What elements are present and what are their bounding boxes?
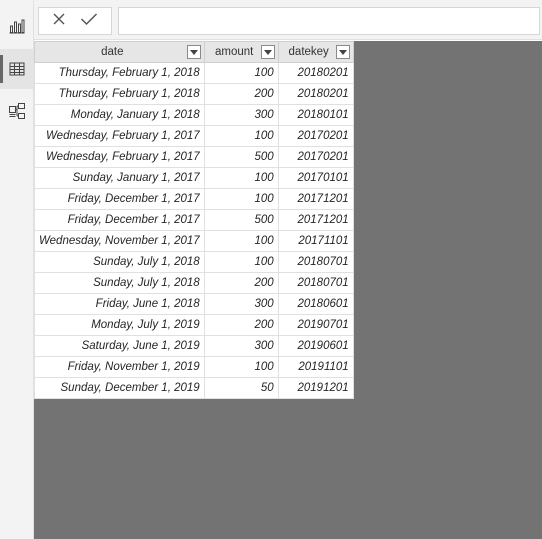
cell-amount[interactable]: 100 xyxy=(203,251,279,273)
cell-date[interactable]: Friday, December 1, 2017 xyxy=(34,188,205,210)
cell-date[interactable]: Sunday, January 1, 2017 xyxy=(34,167,205,189)
cell-date[interactable]: Friday, November 1, 2019 xyxy=(34,356,205,378)
cell-amount[interactable]: 200 xyxy=(203,83,279,105)
header-row: date amount datekey xyxy=(34,41,354,63)
column-header-label: date xyxy=(101,46,124,58)
cell-date[interactable]: Sunday, December 1, 2019 xyxy=(34,377,205,399)
cell-amount[interactable]: 100 xyxy=(203,188,279,210)
cell-datekey[interactable]: 20170201 xyxy=(277,125,354,147)
column-header-label: amount xyxy=(214,46,254,58)
table-row[interactable]: Friday, December 1, 2017 500 20171201 xyxy=(34,209,354,231)
cell-datekey[interactable]: 20171201 xyxy=(277,188,354,210)
cell-amount[interactable]: 300 xyxy=(203,104,279,126)
cell-date[interactable]: Wednesday, February 1, 2017 xyxy=(34,146,205,168)
cancel-button[interactable] xyxy=(52,12,66,31)
table-row[interactable]: Friday, November 1, 2019 100 20191101 xyxy=(34,356,354,378)
table-row[interactable]: Saturday, June 1, 2019 300 20190601 xyxy=(34,335,354,357)
commit-button[interactable] xyxy=(80,12,98,31)
cell-datekey[interactable]: 20180101 xyxy=(277,104,354,126)
table-row[interactable]: Monday, July 1, 2019 200 20190701 xyxy=(34,314,354,336)
cell-date[interactable]: Saturday, June 1, 2019 xyxy=(34,335,205,357)
table-row[interactable]: Wednesday, November 1, 2017 100 20171101 xyxy=(34,230,354,252)
chevron-down-icon xyxy=(263,49,272,55)
cell-date[interactable]: Thursday, February 1, 2018 xyxy=(34,62,205,84)
cell-amount[interactable]: 300 xyxy=(203,335,279,357)
cell-amount[interactable]: 300 xyxy=(203,293,279,315)
table-row[interactable]: Wednesday, February 1, 2017 500 20170201 xyxy=(34,146,354,168)
table-icon xyxy=(9,62,24,76)
close-icon xyxy=(53,13,65,24)
filter-dropdown-button[interactable] xyxy=(335,45,350,59)
model-relationship-icon xyxy=(8,103,25,119)
column-header-label: datekey xyxy=(288,46,329,58)
cell-date[interactable]: Wednesday, February 1, 2017 xyxy=(34,125,205,147)
filter-dropdown-button[interactable] xyxy=(186,45,201,59)
cell-datekey[interactable]: 20191101 xyxy=(277,356,354,378)
cell-amount[interactable]: 500 xyxy=(203,209,279,231)
cell-amount[interactable]: 100 xyxy=(203,230,279,252)
cell-date[interactable]: Friday, December 1, 2017 xyxy=(34,209,205,231)
cell-amount[interactable]: 100 xyxy=(203,125,279,147)
cell-date[interactable]: Monday, January 1, 2018 xyxy=(34,104,205,126)
cell-date[interactable]: Sunday, July 1, 2018 xyxy=(34,251,205,273)
cell-date[interactable]: Friday, June 1, 2018 xyxy=(34,293,205,315)
bar-chart-icon xyxy=(9,19,24,34)
cell-date[interactable]: Sunday, July 1, 2018 xyxy=(34,272,205,294)
column-header-datekey[interactable]: datekey xyxy=(277,41,354,63)
chevron-down-icon xyxy=(338,49,347,55)
cell-datekey[interactable]: 20180201 xyxy=(277,83,354,105)
cell-datekey[interactable]: 20191201 xyxy=(277,377,354,399)
cell-datekey[interactable]: 20190601 xyxy=(277,335,354,357)
cell-datekey[interactable]: 20170201 xyxy=(277,146,354,168)
cell-amount[interactable]: 200 xyxy=(203,314,279,336)
cell-datekey[interactable]: 20180701 xyxy=(277,251,354,273)
table-row[interactable]: Sunday, December 1, 2019 50 20191201 xyxy=(34,377,354,399)
cell-datekey[interactable]: 20180601 xyxy=(277,293,354,315)
formula-bar xyxy=(34,0,542,40)
table-row[interactable]: Friday, December 1, 2017 100 20171201 xyxy=(34,188,354,210)
cell-datekey[interactable]: 20171101 xyxy=(277,230,354,252)
column-header-amount[interactable]: amount xyxy=(203,41,279,63)
cell-datekey[interactable]: 20180701 xyxy=(277,272,354,294)
left-navigation xyxy=(0,0,34,539)
table-row[interactable]: Friday, June 1, 2018 300 20180601 xyxy=(34,293,354,315)
cell-datekey[interactable]: 20171201 xyxy=(277,209,354,231)
table-row[interactable]: Thursday, February 1, 2018 200 20180201 xyxy=(34,83,354,105)
table-row[interactable]: Monday, January 1, 2018 300 20180101 xyxy=(34,104,354,126)
table-row[interactable]: Sunday, January 1, 2017 100 20170101 xyxy=(34,167,354,189)
table-row[interactable]: Sunday, July 1, 2018 200 20180701 xyxy=(34,272,354,294)
table-body: Thursday, February 1, 2018 100 20180201 Thu… xyxy=(34,62,354,399)
cell-amount[interactable]: 50 xyxy=(203,377,279,399)
cell-amount[interactable]: 100 xyxy=(203,167,279,189)
cell-amount[interactable]: 200 xyxy=(203,272,279,294)
cell-date[interactable]: Thursday, February 1, 2018 xyxy=(34,83,205,105)
table-row[interactable]: Wednesday, February 1, 2017 100 20170201 xyxy=(34,125,354,147)
cell-date[interactable]: Wednesday, November 1, 2017 xyxy=(34,230,205,252)
cell-datekey[interactable]: 20180201 xyxy=(277,62,354,84)
cell-amount[interactable]: 100 xyxy=(203,356,279,378)
nav-report-view[interactable] xyxy=(0,6,33,46)
data-table: date amount datekey Thursday, February 1… xyxy=(34,41,354,399)
checkmark-icon xyxy=(80,12,98,25)
cell-datekey[interactable]: 20190701 xyxy=(277,314,354,336)
cell-amount[interactable]: 500 xyxy=(203,146,279,168)
cell-datekey[interactable]: 20170101 xyxy=(277,167,354,189)
column-header-date[interactable]: date xyxy=(34,41,205,63)
table-row[interactable]: Thursday, February 1, 2018 100 20180201 xyxy=(34,62,354,84)
filter-dropdown-button[interactable] xyxy=(260,45,275,59)
formula-bar-buttons xyxy=(38,7,112,35)
nav-model-view[interactable] xyxy=(0,91,33,131)
formula-input[interactable] xyxy=(118,7,540,35)
nav-data-view[interactable] xyxy=(0,49,33,89)
cell-date[interactable]: Monday, July 1, 2019 xyxy=(34,314,205,336)
cell-amount[interactable]: 100 xyxy=(203,62,279,84)
table-row[interactable]: Sunday, July 1, 2018 100 20180701 xyxy=(34,251,354,273)
chevron-down-icon xyxy=(189,49,198,55)
